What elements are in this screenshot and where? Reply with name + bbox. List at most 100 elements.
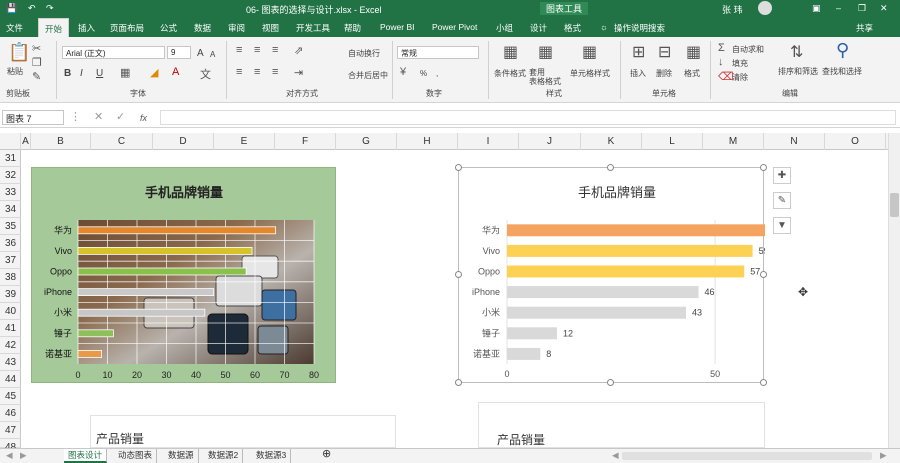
row-header[interactable]: 47: [0, 422, 21, 439]
find-select-button[interactable]: 查找和选择: [822, 66, 862, 77]
align-center-icon[interactable]: ≡: [254, 66, 260, 78]
column-header[interactable]: F: [275, 133, 336, 150]
orientation-icon[interactable]: ⇗: [294, 44, 303, 57]
cell-styles-icon[interactable]: ▦: [582, 42, 597, 62]
chart-elements-button[interactable]: ✚: [773, 167, 791, 184]
autosum-icon[interactable]: Σ: [718, 42, 725, 54]
border-icon[interactable]: ▦: [120, 66, 130, 79]
redo-icon[interactable]: ↷: [46, 3, 54, 14]
scrollbar-thumb[interactable]: [890, 193, 899, 217]
column-header[interactable]: M: [703, 133, 764, 150]
tell-me-search[interactable]: 操作说明搜索: [614, 22, 665, 34]
percent-button[interactable]: %: [420, 69, 427, 78]
chart-styles-button[interactable]: ✎: [773, 192, 791, 209]
enter-icon[interactable]: ✓: [116, 110, 125, 123]
vertical-scrollbar[interactable]: [888, 133, 900, 448]
row-header[interactable]: 44: [0, 371, 21, 388]
undo-icon[interactable]: ↶: [28, 3, 36, 14]
resize-handle[interactable]: [607, 164, 614, 171]
chart-card[interactable]: 产品销量: [478, 402, 765, 448]
copy-icon[interactable]: ❐: [32, 56, 42, 69]
row-header[interactable]: 36: [0, 235, 21, 252]
insert-cells-button[interactable]: 插入: [630, 68, 646, 79]
user-name[interactable]: 张 玮: [722, 3, 743, 16]
horizontal-scrollbar[interactable]: [622, 452, 872, 460]
align-middle-icon[interactable]: ≡: [254, 44, 260, 56]
column-header[interactable]: J: [519, 133, 581, 150]
resize-handle[interactable]: [455, 379, 462, 386]
row-header[interactable]: 45: [0, 388, 21, 405]
resize-handle[interactable]: [760, 164, 767, 171]
row-header[interactable]: 43: [0, 354, 21, 371]
number-format-select[interactable]: 常规: [397, 46, 479, 59]
select-all-corner[interactable]: [0, 133, 21, 150]
align-bottom-icon[interactable]: ≡: [272, 44, 278, 56]
format-cells-button[interactable]: 格式: [684, 68, 700, 79]
align-right-icon[interactable]: ≡: [272, 66, 278, 78]
row-header[interactable]: 31: [0, 150, 21, 167]
wrap-text-button[interactable]: 自动换行: [348, 48, 380, 59]
tab-design[interactable]: 设计: [530, 22, 547, 34]
resize-handle[interactable]: [455, 271, 462, 278]
sheet-tab[interactable]: 数据源2: [204, 449, 244, 463]
sort-filter-icon[interactable]: ⇅: [790, 42, 803, 62]
tab-formulas[interactable]: 公式: [160, 22, 177, 34]
row-header[interactable]: 41: [0, 320, 21, 337]
delete-cells-icon[interactable]: ⊟: [658, 42, 671, 62]
insert-function-button[interactable]: fx: [140, 113, 147, 123]
chart-filters-button[interactable]: ▼: [773, 217, 791, 234]
format-cells-icon[interactable]: ▦: [686, 42, 701, 62]
cell-styles-button[interactable]: 单元格样式: [570, 68, 610, 79]
fill-button[interactable]: 填充: [732, 58, 748, 69]
fill-icon[interactable]: ↓: [718, 56, 724, 68]
tab-file[interactable]: 文件: [6, 22, 23, 34]
formula-input[interactable]: [160, 110, 896, 125]
save-icon[interactable]: 💾: [6, 3, 17, 14]
tab-home[interactable]: 开始: [38, 18, 70, 37]
column-header[interactable]: L: [642, 133, 703, 150]
row-header[interactable]: 48: [0, 439, 21, 453]
phonetic-icon[interactable]: 文: [200, 66, 211, 82]
format-as-table-icon[interactable]: ▦: [538, 42, 553, 62]
paste-icon[interactable]: 📋: [8, 42, 30, 63]
format-painter-icon[interactable]: ✎: [32, 70, 41, 83]
paste-button[interactable]: 粘贴: [7, 66, 23, 77]
tab-format[interactable]: 格式: [564, 22, 581, 34]
conditional-format-button[interactable]: 条件格式: [494, 68, 526, 79]
next-sheet-icon[interactable]: ▶: [16, 449, 31, 463]
chart-card[interactable]: 产品销量: [90, 415, 396, 448]
tab-developer[interactable]: 开发工具: [296, 22, 330, 34]
restore-icon[interactable]: ❐: [858, 3, 866, 14]
prev-sheet-icon[interactable]: ◀: [2, 449, 17, 463]
bold-button[interactable]: B: [64, 68, 71, 79]
align-top-icon[interactable]: ≡: [236, 44, 242, 56]
underline-button[interactable]: U: [96, 68, 103, 79]
sheet-tab[interactable]: 动态图表: [114, 449, 158, 463]
merge-center-button[interactable]: 合并后居中: [348, 70, 388, 81]
column-header[interactable]: G: [336, 133, 397, 150]
column-header[interactable]: B: [31, 133, 91, 150]
cut-icon[interactable]: ✂: [32, 42, 41, 55]
delete-cells-button[interactable]: 删除: [656, 68, 672, 79]
column-header[interactable]: K: [581, 133, 642, 150]
indent-icon[interactable]: ⇥: [294, 66, 303, 79]
cancel-icon[interactable]: ✕: [94, 110, 103, 123]
chart-styled[interactable]: 手机品牌销量 华为 Vivo Oppo iPhone 小米 锤子 诺基亚 0 10 20 30 40…: [31, 167, 336, 383]
align-left-icon[interactable]: ≡: [236, 66, 242, 78]
avatar[interactable]: [758, 1, 772, 15]
resize-handle[interactable]: [455, 164, 462, 171]
close-icon[interactable]: ✕: [880, 3, 888, 14]
row-header[interactable]: 46: [0, 405, 21, 422]
column-header[interactable]: E: [214, 133, 275, 150]
column-header[interactable]: H: [397, 133, 458, 150]
scroll-left-icon[interactable]: ◀: [608, 449, 623, 463]
font-color-icon[interactable]: A: [172, 66, 179, 78]
tab-team[interactable]: 小组: [496, 22, 513, 34]
column-header[interactable]: D: [153, 133, 214, 150]
sort-filter-button[interactable]: 排序和筛选: [778, 66, 818, 77]
minimize-icon[interactable]: –: [836, 3, 841, 13]
tab-power-pivot[interactable]: Power Pivot: [432, 22, 477, 32]
tab-page-layout[interactable]: 页面布局: [110, 22, 144, 34]
column-header[interactable]: O: [825, 133, 886, 150]
clear-button[interactable]: 清除: [732, 72, 748, 83]
